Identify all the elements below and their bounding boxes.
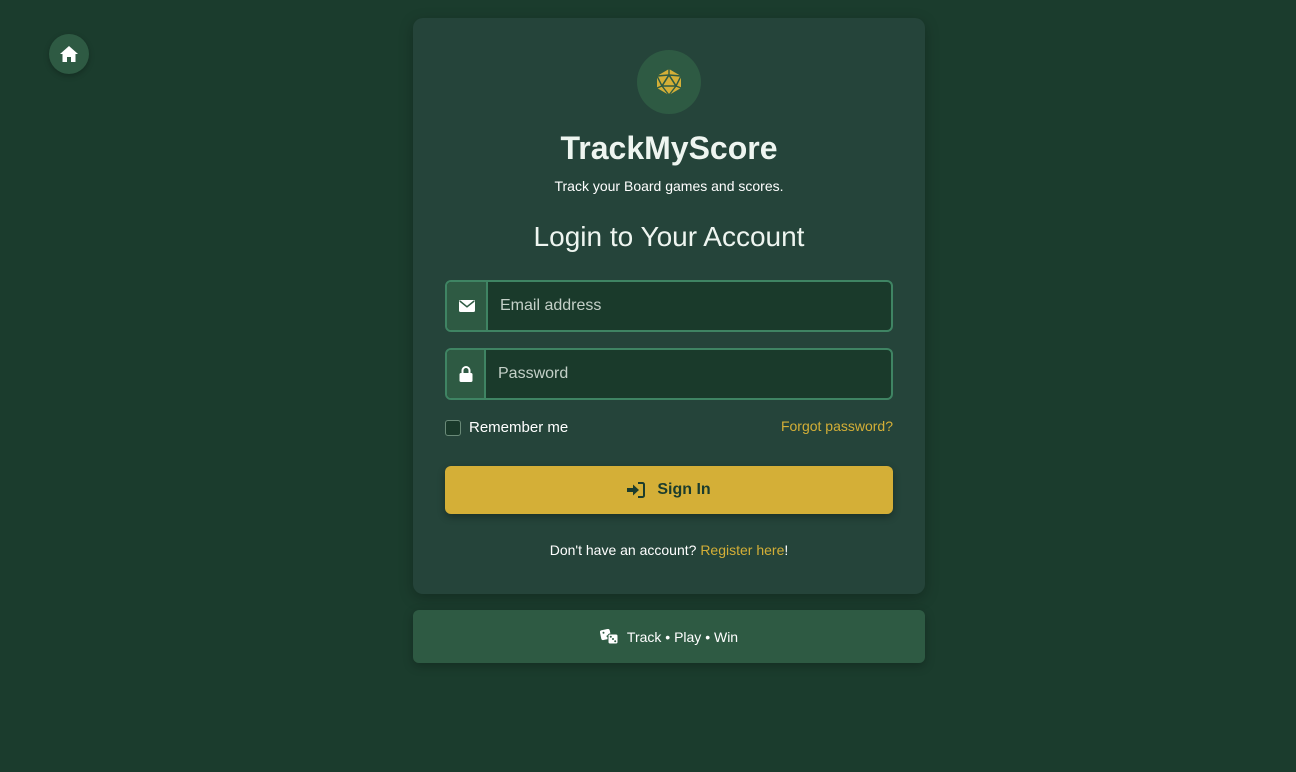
dice-icon [599,629,619,644]
home-icon [60,46,78,62]
sign-in-icon [627,482,646,498]
footer-tagline: Track • Play • Win [626,628,739,645]
sign-in-button[interactable]: Sign In [445,466,893,514]
register-suffix: ! [784,542,789,558]
register-link[interactable]: Register here [700,542,784,558]
remember-me-label: Remember me [469,419,569,436]
email-input-group [445,280,893,332]
app-title: TrackMyScore [560,130,778,166]
footer-bar: Track • Play • Win [413,610,925,663]
remember-me[interactable]: Remember me [445,419,568,436]
email-addon [447,282,488,330]
app-logo [637,50,701,114]
forgot-password-link[interactable]: Forgot password? [781,418,893,434]
password-addon [447,350,486,398]
app-subtitle: Track your Board games and scores. [554,178,784,194]
remember-me-checkbox[interactable] [445,419,461,436]
lock-icon [459,366,472,382]
sign-in-label: Sign In [657,481,711,498]
d20-dice-icon [656,69,682,96]
password-input[interactable] [486,350,891,398]
register-line: Don't have an account? Register here! [413,542,925,558]
login-card: TrackMyScore Track your Board games and … [413,18,925,594]
register-prompt: Don't have an account? [549,542,697,558]
password-input-group [445,348,893,400]
email-input[interactable] [488,282,891,330]
envelope-icon [458,300,475,312]
login-heading: Login to Your Account [533,221,805,252]
home-button[interactable] [49,34,89,74]
